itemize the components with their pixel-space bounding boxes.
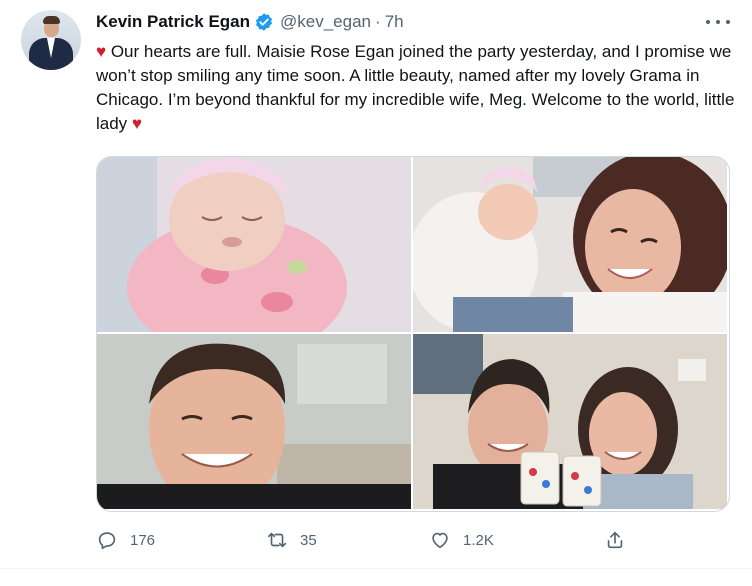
photo-father-art: [97, 334, 411, 509]
tweet-text: ♥ Our hearts are full. Maisie Rose Egan …: [96, 40, 736, 136]
tweet-body: Our hearts are full. Maisie Rose Egan jo…: [96, 42, 735, 133]
share-button[interactable]: [604, 528, 626, 552]
share-icon: [607, 531, 623, 549]
more-options-icon[interactable]: [706, 12, 730, 32]
like-count: 1.2K: [463, 531, 494, 549]
tweet-card[interactable]: Kevin Patrick Egan @kev_egan · 7h ♥ Our …: [0, 0, 752, 586]
verified-badge-icon: [254, 12, 274, 32]
heart-icon: [432, 532, 448, 549]
red-heart-emoji: ♥: [96, 42, 107, 61]
more-dot: [726, 20, 730, 24]
tweet-timestamp[interactable]: 7h: [385, 12, 404, 32]
reply-count: 176: [130, 531, 156, 549]
retweet-button[interactable]: 35: [266, 528, 317, 552]
reply-button[interactable]: 176: [96, 528, 155, 552]
photo-newborn[interactable]: [97, 157, 411, 332]
reply-icon: [98, 532, 116, 550]
red-heart-emoji: ♥: [131, 114, 143, 133]
more-dot: [716, 20, 720, 24]
tweet-divider: [0, 568, 752, 569]
author-name[interactable]: Kevin Patrick Egan: [96, 12, 250, 32]
more-dot: [706, 20, 710, 24]
photo-father-selfie[interactable]: [97, 334, 411, 509]
retweet-icon: [267, 532, 287, 548]
media-grid: [96, 156, 730, 512]
header-separator: ·: [375, 12, 381, 31]
tweet-actions: 176 35 1.2K: [96, 528, 636, 552]
tweet-header: Kevin Patrick Egan @kev_egan · 7h: [96, 10, 404, 34]
photo-couple-art: [413, 334, 727, 509]
photo-couple-with-cups[interactable]: [413, 334, 727, 509]
avatar[interactable]: [21, 10, 81, 70]
photo-newborn-art: [97, 157, 411, 332]
avatar-hair: [43, 16, 60, 24]
author-handle[interactable]: @kev_egan: [280, 12, 371, 32]
retweet-count: 35: [300, 531, 317, 549]
like-button[interactable]: 1.2K: [429, 528, 494, 552]
photo-mother-with-newborn[interactable]: [413, 157, 727, 332]
photo-mother-art: [413, 157, 727, 332]
